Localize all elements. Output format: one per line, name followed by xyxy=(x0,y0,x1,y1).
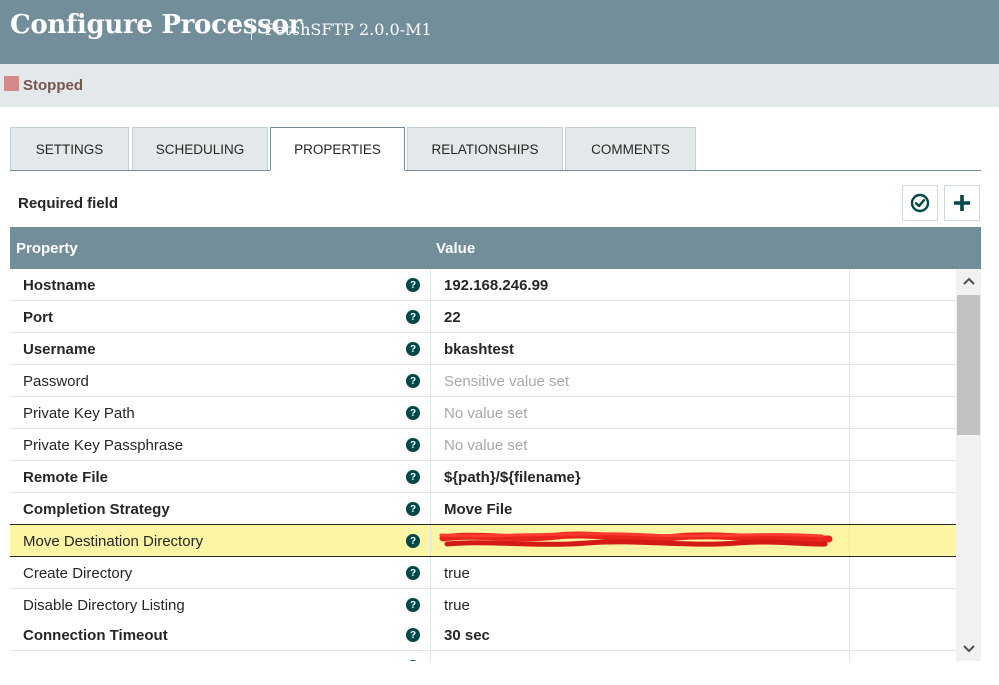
scroll-up-icon[interactable] xyxy=(956,271,981,291)
help-icon[interactable]: ? xyxy=(406,438,420,452)
scroll-down-icon[interactable] xyxy=(956,639,981,659)
property-value[interactable]: Move File xyxy=(444,501,512,518)
property-name: Username xyxy=(23,341,96,358)
check-circle-icon xyxy=(910,193,930,213)
plus-icon xyxy=(954,195,970,211)
help-icon[interactable]: ? xyxy=(406,598,420,612)
property-value[interactable]: No value set xyxy=(444,405,527,422)
property-row-port[interactable]: Port? 22 xyxy=(10,301,956,333)
help-icon[interactable]: ? xyxy=(406,628,420,642)
title-separator xyxy=(251,18,252,40)
help-icon[interactable]: ? xyxy=(406,502,420,516)
tab-settings[interactable]: SETTINGS xyxy=(10,127,129,170)
column-header-value: Value xyxy=(436,240,476,257)
property-name: Completion Strategy xyxy=(23,501,170,518)
scrollbar-thumb[interactable] xyxy=(957,295,980,435)
property-value[interactable]: ${path}/${filename} xyxy=(444,469,581,486)
property-name: Hostname xyxy=(23,277,96,294)
property-value[interactable]: bkashtest xyxy=(444,341,514,358)
property-row-disable-directory-listing[interactable]: Disable Directory Listing? true xyxy=(10,589,956,621)
property-name: Password xyxy=(23,373,89,390)
property-name: Disable Directory Listing xyxy=(23,597,185,614)
status-bar: Stopped xyxy=(0,64,999,107)
property-name: Remote File xyxy=(23,469,109,486)
help-icon[interactable]: ? xyxy=(406,342,420,356)
vertical-scrollbar[interactable] xyxy=(956,269,981,661)
properties-table-body: Hostname? 192.168.246.99 Port? 22 Userna… xyxy=(10,269,956,661)
property-name: Private Key Passphrase xyxy=(23,437,184,454)
property-row-remote-file[interactable]: Remote File? ${path}/${filename} xyxy=(10,461,956,493)
property-value[interactable]: No value set xyxy=(444,437,527,454)
dialog-header: Configure Processor FetchSFTP 2.0.0-M1 xyxy=(0,0,999,64)
property-row-password[interactable]: Password? Sensitive value set xyxy=(10,365,956,397)
help-icon[interactable]: ? xyxy=(406,406,420,420)
tab-properties[interactable]: PROPERTIES xyxy=(270,127,405,171)
property-name: Create Directory xyxy=(23,565,133,582)
dialog-title: Configure Processor xyxy=(10,10,302,40)
property-name: Private Key Path xyxy=(23,405,135,422)
property-value[interactable]: true xyxy=(444,565,470,582)
help-icon[interactable]: ? xyxy=(406,534,420,548)
help-icon[interactable]: ? xyxy=(406,310,420,324)
help-icon[interactable]: ? xyxy=(406,660,420,661)
processor-type: FetchSFTP 2.0.0-M1 xyxy=(265,20,432,39)
properties-table-header: Property Value xyxy=(10,227,981,269)
verify-properties-button[interactable] xyxy=(902,185,938,221)
property-row-private-key-path[interactable]: Private Key Path? No value set xyxy=(10,397,956,429)
column-header-property: Property xyxy=(16,240,78,257)
property-row-connection-timeout[interactable]: Connection Timeout? 30 sec xyxy=(10,619,956,651)
property-row-move-destination-directory[interactable]: Move Destination Directory? xyxy=(10,524,956,557)
property-row-private-key-passphrase[interactable]: Private Key Passphrase? No value set xyxy=(10,429,956,461)
property-value[interactable]: 192.168.246.99 xyxy=(444,277,548,294)
property-name: Move Destination Directory xyxy=(23,533,204,550)
redaction-scribble xyxy=(439,531,833,547)
property-value[interactable]: true xyxy=(444,597,470,614)
tab-scheduling[interactable]: SCHEDULING xyxy=(132,127,268,170)
property-value[interactable]: Sensitive value set xyxy=(444,373,569,390)
property-value[interactable] xyxy=(431,525,850,556)
property-row-hostname[interactable]: Hostname? 192.168.246.99 xyxy=(10,269,956,301)
add-property-button[interactable] xyxy=(944,185,980,221)
property-name: Port xyxy=(23,309,53,326)
stopped-icon xyxy=(4,76,19,91)
property-value[interactable]: 22 xyxy=(444,309,461,326)
property-name: Connection Timeout xyxy=(23,627,168,644)
help-icon[interactable]: ? xyxy=(406,470,420,484)
property-row-create-directory[interactable]: Create Directory? true xyxy=(10,557,956,589)
property-row-username[interactable]: Username? bkashtest xyxy=(10,333,956,365)
tab-bar: SETTINGS SCHEDULING PROPERTIES RELATIONS… xyxy=(10,127,981,171)
property-row-completion-strategy[interactable]: Completion Strategy? Move File xyxy=(10,493,956,525)
help-icon[interactable]: ? xyxy=(406,278,420,292)
help-icon[interactable]: ? xyxy=(406,566,420,580)
required-field-label: Required field xyxy=(18,195,119,212)
tab-comments[interactable]: COMMENTS xyxy=(565,127,696,170)
property-row-partial[interactable]: ? xyxy=(10,651,956,661)
status-label: Stopped xyxy=(23,77,83,94)
property-value[interactable]: 30 sec xyxy=(444,627,490,644)
help-icon[interactable]: ? xyxy=(406,374,420,388)
tab-relationships[interactable]: RELATIONSHIPS xyxy=(407,127,563,170)
